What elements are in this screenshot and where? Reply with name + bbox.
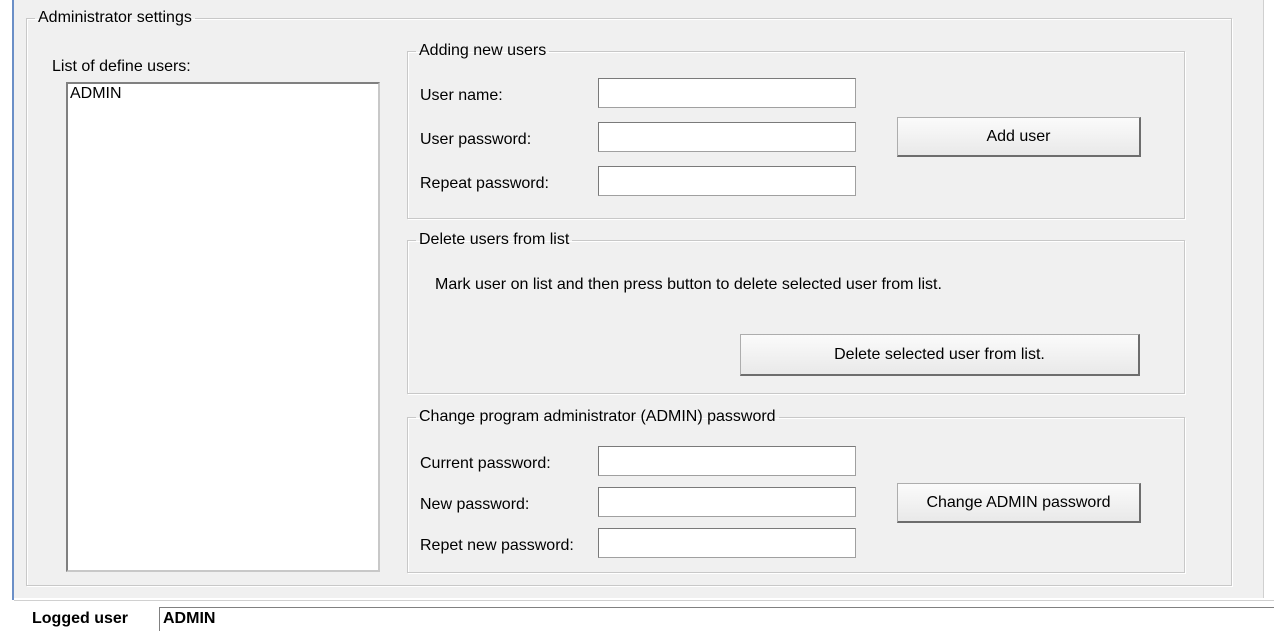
users-listbox[interactable]: ADMIN [66, 82, 380, 572]
adding-new-users-title: Adding new users [419, 42, 547, 59]
users-list-label: List of define users: [52, 58, 191, 75]
administrator-settings-title: Administrator settings [38, 9, 192, 26]
change-admin-password-title: Change program administrator (ADMIN) pas… [419, 408, 776, 425]
delete-instruction-text: Mark user on list and then press button … [435, 276, 942, 293]
repeat-password-input[interactable] [598, 166, 856, 196]
logged-user-value: ADMIN [159, 607, 1274, 631]
delete-selected-user-button[interactable]: Delete selected user from list. [740, 334, 1140, 376]
new-password-input[interactable] [598, 487, 856, 517]
new-password-label: New password: [420, 496, 530, 513]
current-password-label: Current password: [420, 455, 551, 472]
window-left-edge [0, 0, 14, 636]
user-name-input[interactable] [598, 78, 856, 108]
status-bar: Logged user ADMIN [14, 600, 1274, 636]
user-password-input[interactable] [598, 122, 856, 152]
change-admin-password-button[interactable]: Change ADMIN password [897, 483, 1141, 523]
user-password-label: User password: [420, 131, 532, 148]
repeat-new-password-label: Repet new password: [420, 537, 574, 554]
user-name-label: User name: [420, 87, 503, 104]
settings-panel: Administrator settings List of define us… [14, 0, 1264, 598]
repeat-new-password-input[interactable] [598, 528, 856, 558]
users-list-item[interactable]: ADMIN [68, 84, 378, 104]
repeat-password-label: Repeat password: [420, 175, 549, 192]
current-password-input[interactable] [598, 446, 856, 476]
delete-users-title: Delete users from list [419, 231, 570, 248]
logged-user-label: Logged user [32, 610, 129, 627]
add-user-button[interactable]: Add user [897, 117, 1141, 157]
